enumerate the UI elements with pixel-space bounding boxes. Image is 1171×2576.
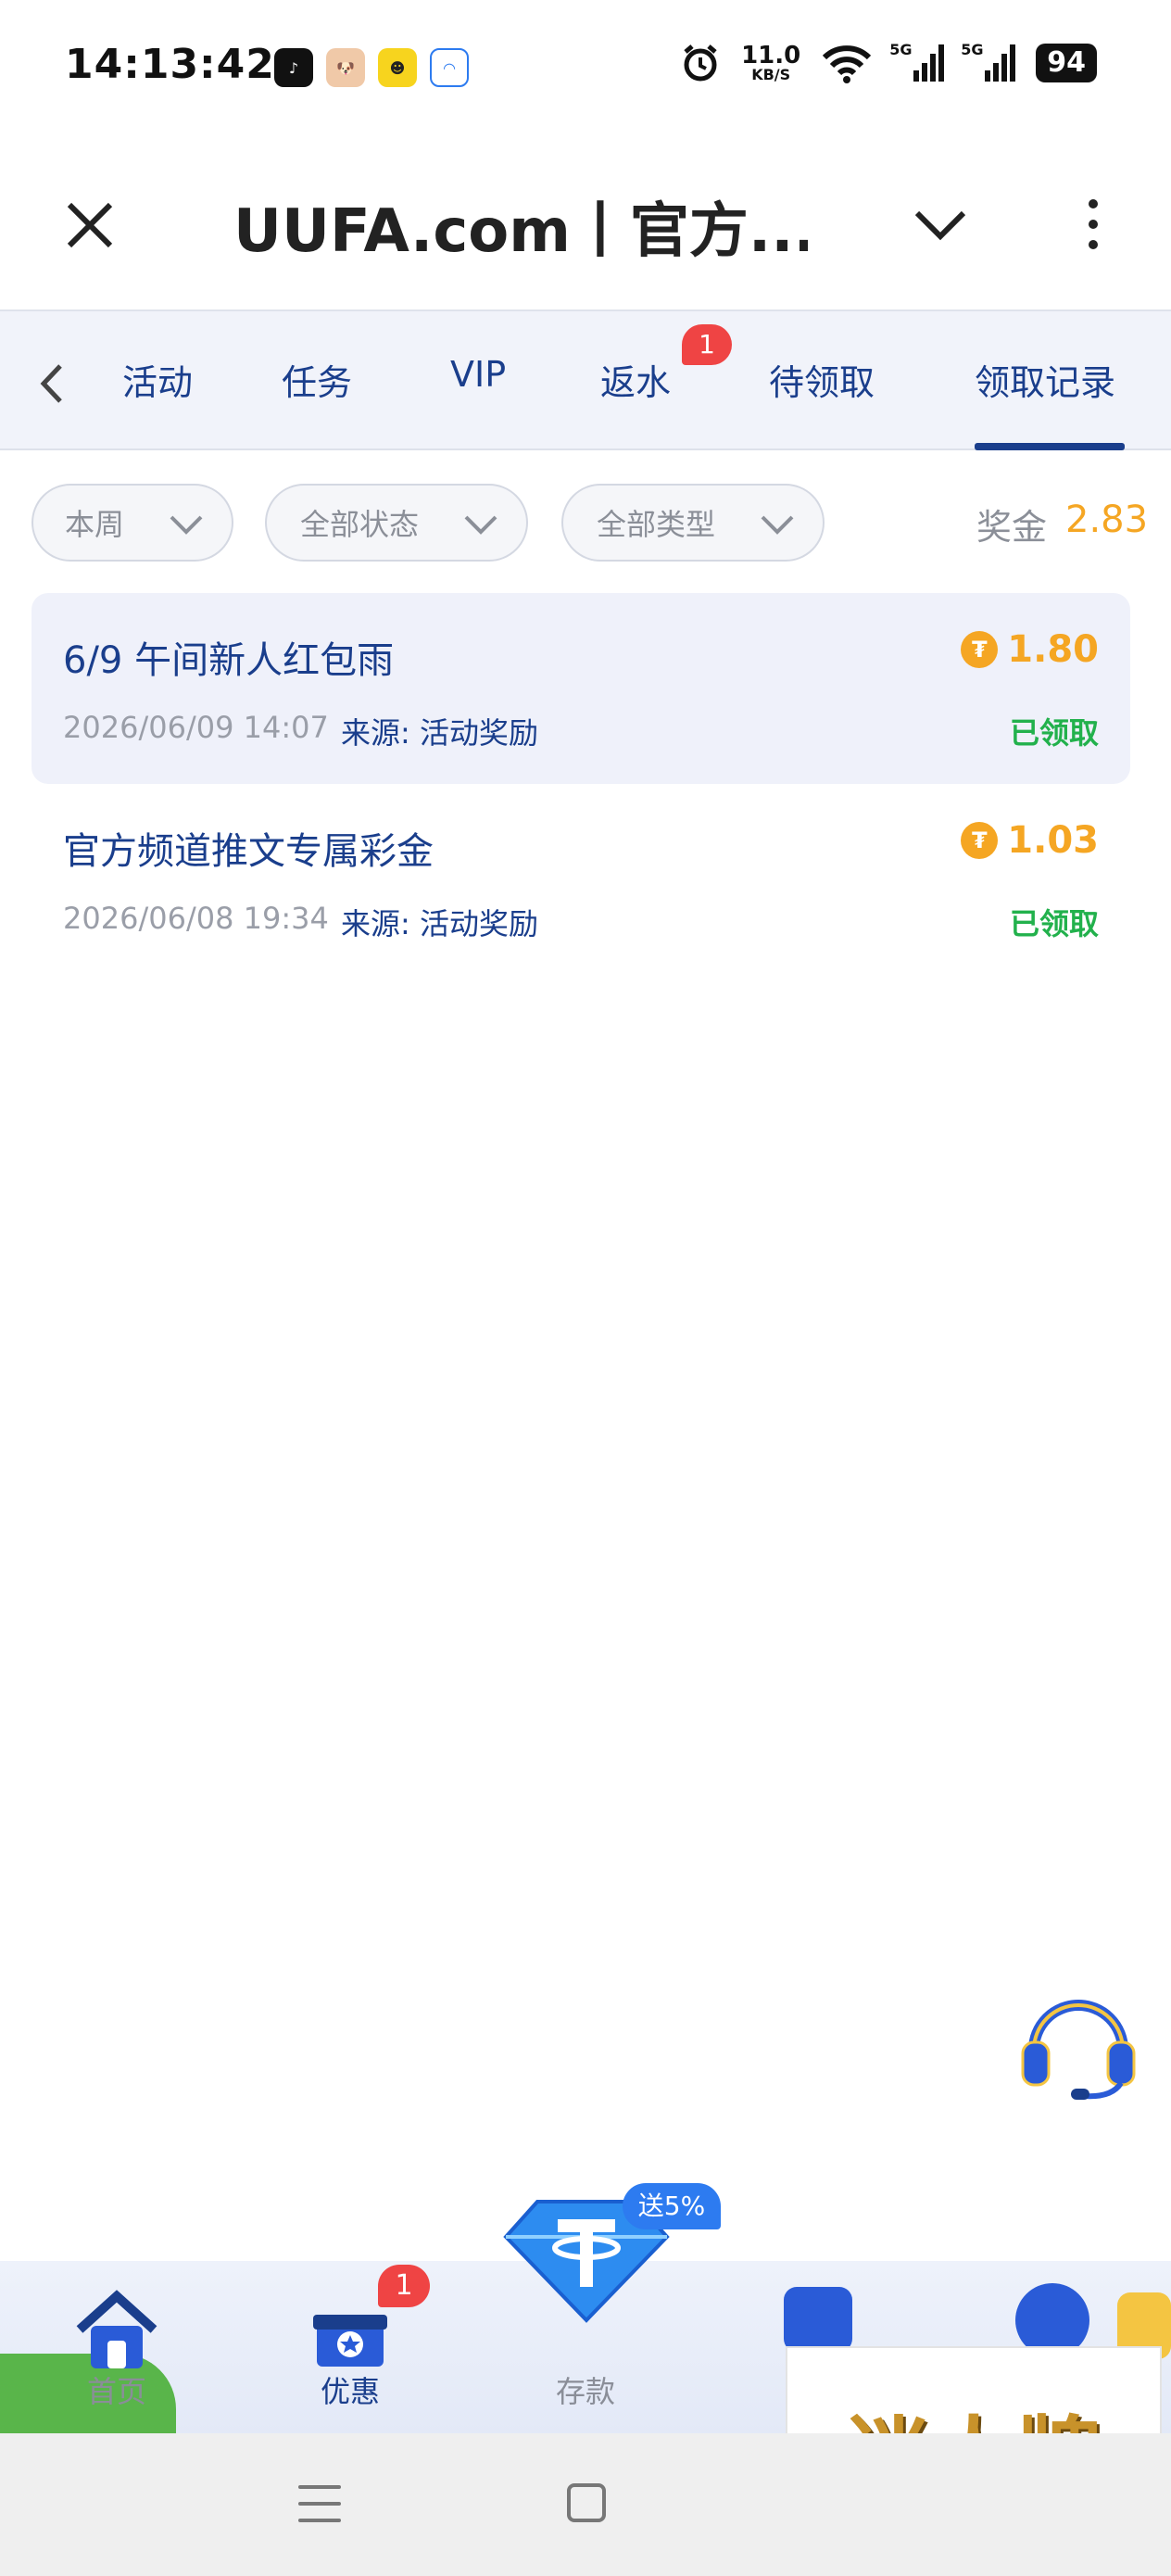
tiktok-icon: ♪ <box>274 48 313 87</box>
browser-header: UUFA.com丨官方... <box>0 139 1171 311</box>
notification-icons: ♪ 🐶 ☻ ◠ <box>274 48 469 87</box>
customer-support-headset-icon[interactable] <box>1019 1981 1138 2102</box>
net-speed: 11.0 KB/S <box>741 44 800 82</box>
record-item[interactable]: 6/9 午间新人红包雨 ₮ 1.80 2026/06/09 14:07 来源: … <box>31 593 1130 784</box>
status-filter-label: 全部状态 <box>300 507 420 542</box>
wifi-icon <box>823 45 872 83</box>
usdt-coin-icon: ₮ <box>961 631 999 668</box>
gift-box-icon <box>313 2315 387 2367</box>
usdt-coin-icon: ₮ <box>961 822 999 859</box>
record-amount-value: 1.03 <box>1007 819 1099 862</box>
status-bar: 14:13:42 ♪ 🐶 ☻ ◠ 11.0 KB/S 5G 5G 94 <box>0 0 1171 139</box>
promotions-badge: 1 <box>378 2265 430 2307</box>
record-amount: ₮ 1.03 <box>961 819 1099 862</box>
active-tab-indicator <box>975 443 1125 450</box>
net-speed-unit: KB/S <box>751 66 791 83</box>
net-speed-value: 11.0 <box>741 42 801 69</box>
record-item[interactable]: 官方频道推文专属彩金 ₮ 1.03 2026/06/08 19:34 来源: 活… <box>31 784 1130 975</box>
tab-scroll-back-button[interactable] <box>28 356 74 411</box>
wallet-icon[interactable] <box>784 2287 852 2352</box>
yellow-app-icon: ☻ <box>378 48 417 87</box>
period-filter-label: 本周 <box>65 507 125 542</box>
more-dot-icon <box>1089 240 1098 249</box>
battery-indicator: 94 <box>1036 44 1097 82</box>
recent-apps-button[interactable] <box>298 2485 341 2522</box>
chevron-down-icon <box>464 515 497 535</box>
nav-deposit-label: 存款 <box>555 2374 615 2409</box>
chevron-down-icon <box>914 210 966 241</box>
more-dot-icon <box>1089 199 1098 208</box>
signal-icon-2: 5G <box>961 41 1016 82</box>
menu-line-icon <box>298 2485 341 2489</box>
nav-deposit[interactable]: 存款 <box>493 2200 678 2433</box>
tab-rebate[interactable]: 返水 <box>600 354 671 405</box>
type-filter-label: 全部类型 <box>597 507 716 542</box>
chevron-left-icon <box>40 364 62 403</box>
signal-1-label: 5G <box>889 41 913 58</box>
chevron-down-icon <box>170 515 203 535</box>
status-time: 14:13:42 <box>65 41 275 88</box>
record-date: 2026/06/09 14:07 <box>63 710 329 745</box>
record-status: 已领取 <box>1009 906 1099 941</box>
record-title: 官方频道推文专属彩金 <box>63 830 434 873</box>
record-source: 来源: 活动奖励 <box>341 715 538 751</box>
menu-line-icon <box>298 2519 341 2522</box>
alarm-icon <box>684 44 717 82</box>
bonus-total-label: 奖金 <box>976 507 1048 548</box>
tab-claim-history[interactable]: 领取记录 <box>975 354 1115 405</box>
more-dot-icon <box>1089 220 1098 229</box>
record-date: 2026/06/08 19:34 <box>63 901 329 936</box>
record-source: 来源: 活动奖励 <box>341 906 538 941</box>
rebate-badge: 1 <box>682 324 732 365</box>
type-filter[interactable]: 全部类型 <box>561 484 825 562</box>
more-menu-button[interactable] <box>1065 187 1121 261</box>
bonus-total-value: 2.83 <box>1065 499 1149 541</box>
close-icon <box>67 202 113 248</box>
record-status: 已领取 <box>1009 715 1099 751</box>
system-home-button[interactable] <box>567 2483 606 2522</box>
signal-icon-1: 5G <box>889 41 945 82</box>
nav-home[interactable]: 首页 <box>24 2261 209 2433</box>
tab-pending[interactable]: 待领取 <box>769 354 875 405</box>
expand-button[interactable] <box>908 193 973 258</box>
status-filter[interactable]: 全部状态 <box>265 484 528 562</box>
tab-vip[interactable]: VIP <box>450 354 506 395</box>
period-filter[interactable]: 本周 <box>31 484 233 562</box>
nav-home-label: 首页 <box>86 2374 146 2409</box>
close-button[interactable] <box>57 193 122 258</box>
record-title: 6/9 午间新人红包雨 <box>63 639 395 682</box>
signal-2-label: 5G <box>961 41 984 58</box>
tab-tasks[interactable]: 任务 <box>282 354 352 405</box>
status-indicators: 11.0 KB/S 5G 5G 94 <box>680 41 1097 83</box>
nav-promotions-label: 优惠 <box>320 2374 380 2409</box>
record-amount-value: 1.80 <box>1007 628 1099 671</box>
dog-app-icon: 🐶 <box>326 48 365 87</box>
tab-bar: 活动 任务 VIP 返水 待领取 领取记录 <box>0 311 1171 450</box>
deposit-bonus-badge: 送5% <box>623 2183 721 2229</box>
home-icon <box>76 2290 157 2368</box>
record-amount: ₮ 1.80 <box>961 628 1099 671</box>
tab-activities[interactable]: 活动 <box>122 354 193 405</box>
menu-line-icon <box>298 2502 341 2506</box>
chevron-down-icon <box>761 515 794 535</box>
page-title: UUFA.com丨官方... <box>233 197 808 266</box>
blue-app-icon: ◠ <box>430 48 469 87</box>
system-nav-bar <box>0 2433 1171 2576</box>
